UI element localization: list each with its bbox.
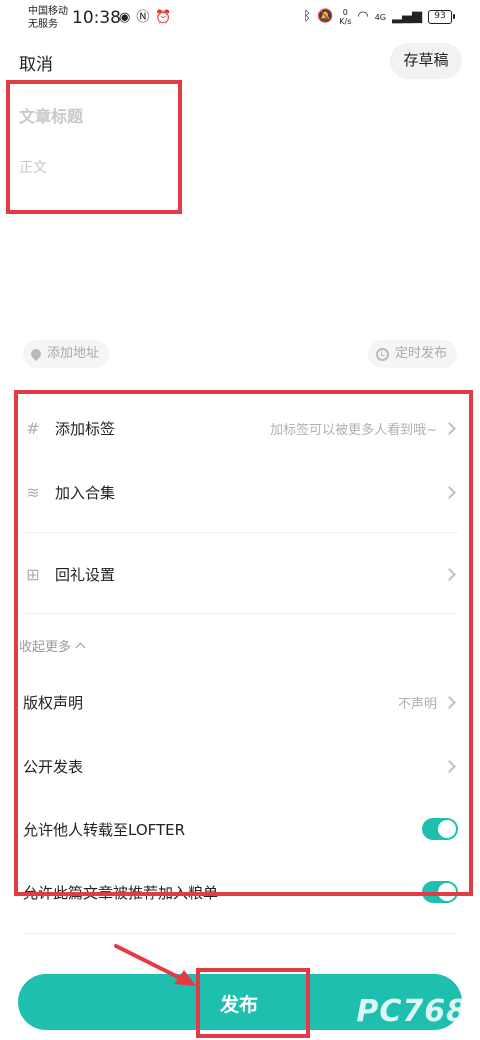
carrier-service: 无服务 [28,19,58,30]
nfc-icon: Ⓝ [136,10,150,25]
status-bar: 中国移动 无服务 10:38 ◉ Ⓝ ⏰ ᛒ 🔕 0 K/s ◠ 4G ▂▄▆ 9… [0,0,480,36]
schedule-label: 定时发布 [394,346,447,361]
bluetooth-icon: ᛒ [303,9,312,24]
annotation-box-editor [6,80,182,214]
signal-icon: ▂▄▆ [392,9,422,24]
annotation-box-publish [196,968,310,1038]
save-draft-button[interactable]: 存草稿 [390,43,462,79]
network-type: 4G [374,12,386,22]
status-icons-left: ◉ Ⓝ ⏰ [119,9,172,27]
carrier-info: 中国移动 无服务 [28,5,68,31]
cancel-button[interactable]: 取消 [19,50,53,75]
annotation-box-settings [14,390,473,896]
speed-value: 0 [342,8,348,17]
annotation-arrow [114,944,196,986]
schedule-publish-button[interactable]: 定时发布 [367,340,457,368]
add-location-button[interactable]: 添加地址 [23,340,110,368]
clock-icon [375,347,389,361]
alarm-icon: ⏰ [155,10,172,25]
watermark-logo: PC768 [356,994,468,1029]
mute-icon: 🔕 [317,9,334,24]
status-icons-right: ᛒ 🔕 0 K/s ◠ 4G ▂▄▆ 93 [303,8,455,26]
divider [23,933,458,934]
location-pin-icon [28,346,44,362]
wifi-icon: ◠ [357,9,369,24]
eye-icon: ◉ [119,10,131,25]
network-speed: 0 K/s [339,8,351,26]
carrier-name: 中国移动 [28,6,68,17]
clock: 10:38 [72,8,121,28]
location-label: 添加地址 [47,346,100,361]
battery-indicator: 93 [428,10,455,24]
speed-unit: K/s [339,17,352,26]
